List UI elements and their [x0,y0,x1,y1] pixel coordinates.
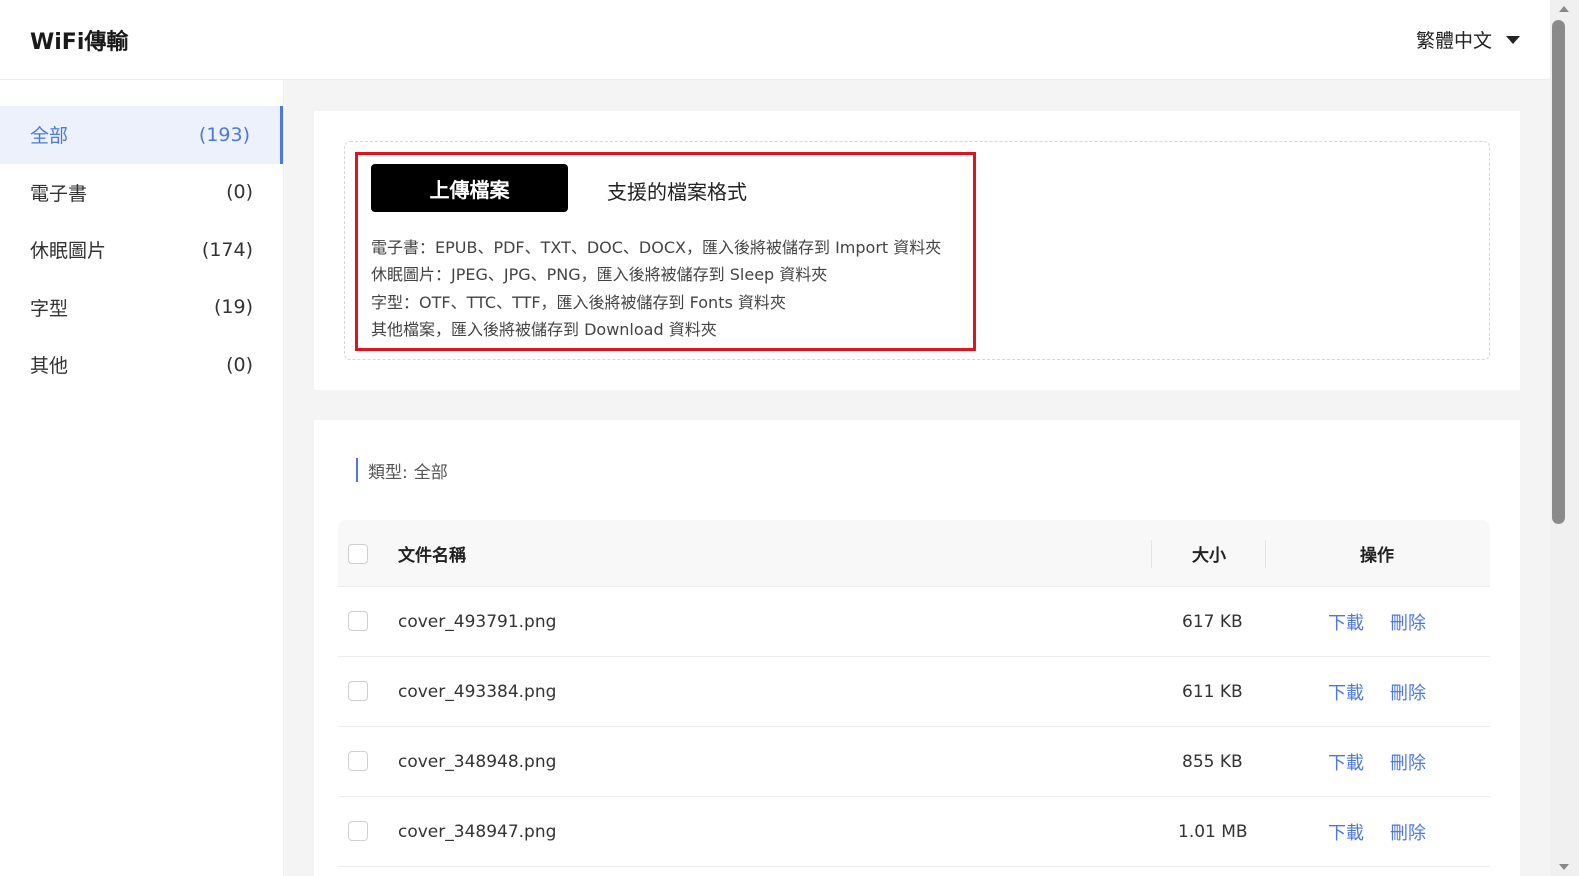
column-divider [1151,540,1152,568]
format-line-sleep-images: 休眠圖片：JPEG、JPG、PNG，匯入後將被儲存到 Sleep 資料夾 [371,265,828,284]
file-size: 617 KB [1182,612,1243,632]
language-selector[interactable]: 繁體中文 [1416,26,1520,53]
file-size: 1.01 MB [1178,822,1248,842]
file-list-card: 類型: 全部 文件名稱 大小 操作 cover_493791.png 617 K… [314,420,1520,876]
file-name: cover_348948.png [398,752,557,772]
supported-formats-title: 支援的檔案格式 [607,180,747,204]
type-filter-value: 全部 [413,462,448,483]
sidebar-item-count: (0) [226,353,253,376]
sidebar-item-label: 其他 [30,355,69,378]
row-checkbox[interactable] [348,751,368,771]
type-filter-label: 類型: [368,462,408,483]
sidebar-item-label: 電子書 [30,182,88,205]
top-header: WiFi傳輸 繁體中文 [0,0,1550,80]
app-title: WiFi傳輸 [30,30,129,55]
delete-link[interactable]: 刪除 [1390,749,1426,775]
column-divider [1265,540,1266,568]
highlight-box: 上傳檔案 支援的檔案格式 電子書：EPUB、PDF、TXT、DOC、DOCX，匯… [355,152,976,351]
table-row: cover_493384.png 611 KB 下載 刪除 [338,657,1490,727]
row-checkbox[interactable] [348,611,368,631]
delete-link[interactable]: 刪除 [1390,609,1426,635]
sidebar-item-fonts[interactable]: 字型 (19) [0,279,283,337]
main-content: 上傳檔案 支援的檔案格式 電子書：EPUB、PDF、TXT、DOC、DOCX，匯… [285,80,1550,876]
chevron-down-icon [1506,35,1520,44]
sidebar-item-ebooks[interactable]: 電子書 (0) [0,164,283,222]
table-row: cover_348948.png 855 KB 下載 刪除 [338,727,1490,797]
download-link[interactable]: 下載 [1328,679,1364,705]
page-scrollbar[interactable] [1550,0,1579,876]
delete-link[interactable]: 刪除 [1390,679,1426,705]
table-header: 文件名稱 大小 操作 [338,520,1490,587]
sidebar-item-count: (19) [213,296,253,319]
row-checkbox[interactable] [348,821,368,841]
sidebar-item-all[interactable]: 全部 (193) [0,106,283,164]
upload-dropzone[interactable]: 上傳檔案 支援的檔案格式 電子書：EPUB、PDF、TXT、DOC、DOCX，匯… [344,141,1490,360]
type-filter: 類型: 全部 [356,458,448,483]
sidebar-item-label: 字型 [30,297,69,320]
table-row: cover_348947.png 1.01 MB 下載 刪除 [338,797,1490,867]
column-header-actions: 操作 [1360,546,1394,566]
download-link[interactable]: 下載 [1328,749,1364,775]
download-link[interactable]: 下載 [1328,609,1364,635]
scroll-up-arrow-icon[interactable] [1559,6,1569,12]
select-all-checkbox[interactable] [348,544,368,564]
format-line-ebooks: 電子書：EPUB、PDF、TXT、DOC、DOCX，匯入後將被儲存到 Impor… [371,238,942,257]
file-size: 611 KB [1182,682,1243,702]
scroll-down-arrow-icon[interactable] [1559,864,1569,870]
sidebar-item-label: 全部 [30,125,69,148]
sidebar-item-count: (193) [198,123,250,146]
column-header-name: 文件名稱 [398,546,466,566]
category-sidebar: 全部 (193) 電子書 (0) 休眠圖片 (174) 字型 (19) 其他 (… [0,80,284,876]
table-row: cover_493791.png 617 KB 下載 刪除 [338,587,1490,657]
upload-file-button[interactable]: 上傳檔案 [371,164,568,212]
sidebar-item-sleep-images[interactable]: 休眠圖片 (174) [0,221,283,279]
scrollbar-thumb[interactable] [1552,20,1565,524]
sidebar-item-count: (0) [226,181,253,204]
sidebar-item-count: (174) [201,238,253,261]
download-link[interactable]: 下載 [1328,819,1364,845]
file-name: cover_493791.png [398,612,557,632]
format-line-other: 其他檔案，匯入後將被儲存到 Download 資料夾 [371,320,717,339]
upload-card: 上傳檔案 支援的檔案格式 電子書：EPUB、PDF、TXT、DOC、DOCX，匯… [314,111,1520,390]
row-checkbox[interactable] [348,681,368,701]
column-header-size: 大小 [1192,546,1226,566]
language-label: 繁體中文 [1415,30,1492,52]
sidebar-item-other[interactable]: 其他 (0) [0,336,283,394]
file-name: cover_348947.png [398,822,557,842]
file-size: 855 KB [1182,752,1243,772]
delete-link[interactable]: 刪除 [1390,819,1426,845]
sidebar-item-label: 休眠圖片 [30,240,107,263]
format-line-fonts: 字型：OTF、TTC、TTF，匯入後將被儲存到 Fonts 資料夾 [371,293,786,312]
file-name: cover_493384.png [398,682,557,702]
